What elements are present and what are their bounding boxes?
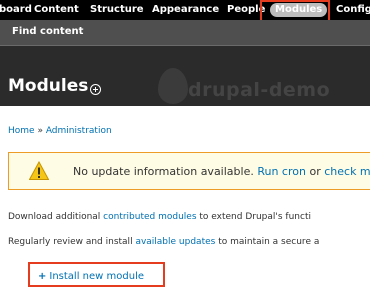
warning-message: No update information available. Run cro…	[8, 152, 370, 190]
toolbar-item-structure[interactable]: Structure	[90, 0, 144, 20]
toolbar-item-dashboard[interactable]: board	[0, 0, 32, 20]
review-text-pre: Regularly review and install	[8, 237, 136, 247]
check-manually-link[interactable]: check m	[324, 165, 370, 178]
contributed-modules-link[interactable]: contributed modules	[103, 212, 196, 222]
breadcrumb-administration-link[interactable]: Administration	[46, 126, 112, 136]
site-name-watermark: drupal-demo	[188, 79, 331, 101]
available-updates-link[interactable]: available updates	[135, 237, 215, 247]
toolbar-item-configuration[interactable]: Configu	[336, 0, 370, 20]
page-header: drupal-demo Modules	[0, 46, 370, 106]
warning-message-text: No update information available. Run cro…	[73, 165, 370, 178]
find-content-link[interactable]: Find content	[12, 26, 83, 37]
review-text-post: to maintain a secure a	[215, 237, 320, 247]
warning-text: No update information available.	[73, 165, 254, 178]
shortcuts-bar: Find content	[0, 20, 370, 46]
breadcrumb-home-link[interactable]: Home	[8, 126, 35, 136]
plus-circle-icon[interactable]	[90, 84, 101, 95]
install-highlight-box	[28, 262, 165, 287]
run-cron-link[interactable]: Run cron	[257, 165, 306, 178]
page-title: Modules	[8, 76, 89, 96]
drupal-drop-icon	[158, 68, 188, 104]
warning-or-text: or	[309, 165, 321, 178]
toolbar-item-appearance[interactable]: Appearance	[152, 0, 219, 20]
breadcrumb: Home » Administration	[8, 126, 112, 136]
review-paragraph: Regularly review and install available u…	[8, 237, 319, 247]
toolbar-item-content[interactable]: Content	[34, 0, 79, 20]
download-text-post: to extend Drupal's functi	[196, 212, 311, 222]
warning-icon	[29, 161, 49, 180]
download-text-pre: Download additional	[8, 212, 104, 222]
breadcrumb-separator: »	[34, 126, 46, 136]
download-paragraph: Download additional contributed modules …	[8, 212, 311, 222]
